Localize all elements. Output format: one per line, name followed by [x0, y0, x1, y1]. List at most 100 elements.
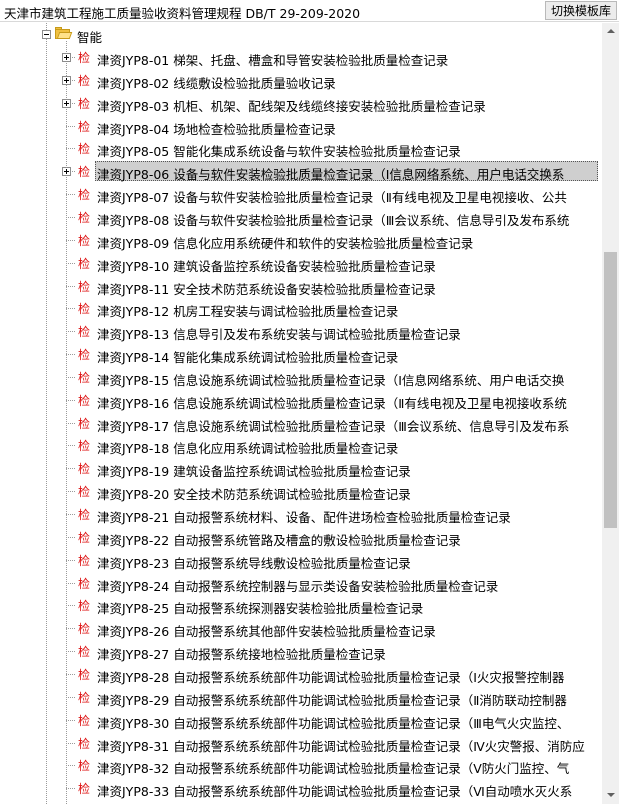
tree-item-label: 津资JYP8-23 自动报警系统导线敷设检验批质量检查记录 — [97, 555, 411, 571]
expand-icon[interactable] — [62, 75, 71, 85]
tree-item-row[interactable]: 检津资JYP8-29 自动报警系统系统部件功能调试检验批质量检查记录（Ⅱ消防联动… — [0, 686, 602, 709]
tree-item-row[interactable]: 检津资JYP8-15 信息设施系统调试检验批质量检查记录（Ⅰ信息网络系统、用户电… — [0, 366, 602, 389]
inspection-mark-icon: 检 — [78, 233, 91, 248]
tree-item-row[interactable]: 检津资JYP8-18 信息化应用系统调试检验批质量检查记录 — [0, 434, 602, 457]
tree-item-label: 津资JYP8-30 自动报警系统系统部件功能调试检验批质量检查记录（Ⅲ电气火灾监… — [97, 715, 570, 731]
tree-item-row[interactable]: 检津资JYP8-16 信息设施系统调试检验批质量检查记录（Ⅱ有线电视及卫星电视接… — [0, 389, 602, 412]
tree-item-row[interactable]: 检津资JYP8-21 自动报警系统材料、设备、配件进场检查检验批质量检查记录 — [0, 503, 602, 526]
tree-category-row[interactable]: 智能 — [0, 23, 602, 46]
tree-item-label: 津资JYP8-29 自动报警系统系统部件功能调试检验批质量检查记录（Ⅱ消防联动控… — [97, 692, 567, 708]
tree-item-label: 津资JYP8-22 自动报警系统管路及槽盒的敷设检验批质量检查记录 — [97, 532, 461, 548]
tree-connector — [66, 605, 75, 607]
tree-connector — [66, 765, 75, 767]
expand-icon[interactable] — [62, 167, 71, 177]
tree-item-row[interactable]: 检津资JYP8-01 梯架、托盘、槽盒和导管安装检验批质量检查记录 — [0, 46, 602, 69]
tree-item-row[interactable]: 检津资JYP8-26 自动报警系统其他部件安装检验批质量检查记录 — [0, 617, 602, 640]
tree-item-row[interactable]: 检津资JYP8-03 机柜、机架、配线架及线缆终接安装检验批质量检查记录 — [0, 92, 602, 115]
template-tree[interactable]: 智能 检津资JYP8-01 梯架、托盘、槽盒和导管安装检验批质量检查记录检津资J… — [0, 23, 602, 804]
tree-item-label: 津资JYP8-08 设备与软件安装检验批质量检查记录（Ⅲ会议系统、信息导引及发布… — [97, 212, 570, 228]
tree-item-label: 津资JYP8-13 信息导引及发布系统安装与调试检验批质量检查记录 — [97, 327, 461, 343]
inspection-mark-icon: 检 — [78, 142, 91, 157]
inspection-mark-icon: 检 — [78, 736, 91, 751]
tree-connector — [66, 628, 75, 630]
tree-item-label: 津资JYP8-05 智能化集成系统设备与软件安装检验批质量检查记录 — [97, 144, 461, 160]
inspection-mark-icon: 检 — [78, 96, 91, 111]
tree-connector — [66, 514, 75, 515]
tree-item-label: 津资JYP8-33 自动报警系统系统部件功能调试检验批质量检查记录（Ⅵ自动喷水灭… — [97, 784, 573, 800]
inspection-mark-icon: 检 — [78, 439, 91, 454]
tree-item-row[interactable]: 检津资JYP8-08 设备与软件安装检验批质量检查记录（Ⅲ会议系统、信息导引及发… — [0, 206, 602, 229]
expand-icon[interactable] — [62, 98, 71, 108]
tree-item-label: 津资JYP8-06 设备与软件安装检验批质量检查记录（Ⅰ信息网络系统、用户电话交… — [97, 167, 565, 183]
inspection-mark-icon: 检 — [78, 645, 91, 660]
tree-connector — [66, 719, 75, 721]
tree-item-row[interactable]: 检津资JYP8-02 线缆敷设检验批质量验收记录 — [0, 69, 602, 92]
scroll-down-icon[interactable] — [602, 787, 619, 804]
tree-connector — [66, 331, 75, 333]
tree-connector — [66, 125, 75, 127]
tree-connector — [66, 216, 75, 218]
inspection-mark-icon: 检 — [78, 393, 91, 408]
tree-item-label: 津资JYP8-20 安全技术防范系统调试检验批质量检查记录 — [97, 487, 411, 503]
tree-item-row[interactable]: 检津资JYP8-10 建筑设备监控系统设备安装检验批质量检查记录 — [0, 252, 602, 275]
tree-connector — [66, 422, 75, 424]
folder-open-icon — [55, 27, 73, 39]
tree-connector — [66, 582, 75, 584]
tree-item-row[interactable]: 检津资JYP8-09 信息化应用系统硬件和软件的安装检验批质量检查记录 — [0, 229, 602, 252]
tree-item-label: 津资JYP8-25 自动报警系统探测器安装检验批质量检查记录 — [97, 601, 424, 617]
tree-item-row[interactable]: 检津资JYP8-06 设备与软件安装检验批质量检查记录（Ⅰ信息网络系统、用户电话… — [0, 160, 602, 183]
inspection-mark-icon: 检 — [78, 73, 91, 88]
inspection-mark-icon: 检 — [78, 119, 91, 134]
tree-item-row[interactable]: 检津资JYP8-33 自动报警系统系统部件功能调试检验批质量检查记录（Ⅵ自动喷水… — [0, 777, 602, 800]
inspection-mark-icon: 检 — [78, 508, 91, 522]
tree-item-row[interactable]: 检津资JYP8-07 设备与软件安装检验批质量检查记录（Ⅱ有线电视及卫星电视接收… — [0, 183, 602, 206]
tree-item-label: 津资JYP8-09 信息化应用系统硬件和软件的安装检验批质量检查记录 — [97, 235, 474, 251]
tree-item-row[interactable]: 检津资JYP8-04 场地检查检验批质量检查记录 — [0, 115, 602, 138]
tree-item-row[interactable]: 检津资JYP8-32 自动报警系统系统部件功能调试检验批质量检查记录（Ⅴ防火门监… — [0, 754, 602, 777]
tree-item-row[interactable]: 检津资JYP8-20 安全技术防范系统调试检验批质量检查记录 — [0, 480, 602, 503]
tree-item-row[interactable]: 检津资JYP8-22 自动报警系统管路及槽盒的敷设检验批质量检查记录 — [0, 526, 602, 549]
tree-item-row[interactable]: 检津资JYP8-05 智能化集成系统设备与软件安装检验批质量检查记录 — [0, 137, 602, 160]
tree-item-row[interactable]: 检津资JYP8-30 自动报警系统系统部件功能调试检验批质量检查记录（Ⅲ电气火灾… — [0, 709, 602, 732]
collapse-icon[interactable] — [42, 30, 51, 39]
scroll-up-icon[interactable] — [602, 23, 619, 40]
tree-item-label: 津资JYP8-02 线缆敷设检验批质量验收记录 — [97, 75, 336, 91]
inspection-mark-icon: 检 — [78, 165, 91, 180]
tree-item-row[interactable]: 检津资JYP8-28 自动报警系统系统部件功能调试检验批质量检查记录（Ⅰ火灾报警… — [0, 663, 602, 686]
inspection-mark-icon: 检 — [78, 416, 91, 431]
tree-connector — [66, 788, 75, 790]
tree-connector — [66, 194, 75, 196]
tree-item-row[interactable]: 检津资JYP8-11 安全技术防范系统设备安装检验批质量检查记录 — [0, 275, 602, 298]
scrollbar-thumb[interactable] — [604, 252, 617, 528]
tree-item-label: 津资JYP8-12 机房工程安装与调试检验批质量检查记录 — [97, 304, 399, 320]
tree-item-row[interactable]: 检津资JYP8-25 自动报警系统探测器安装检验批质量检查记录 — [0, 594, 602, 617]
tree-item-row[interactable]: 检津资JYP8-23 自动报警系统导线敷设检验批质量检查记录 — [0, 549, 602, 572]
tree-item-row[interactable]: 检津资JYP8-19 建筑设备监控系统调试检验批质量检查记录 — [0, 457, 602, 480]
tree-item-row[interactable]: 检津资JYP8-12 机房工程安装与调试检验批质量检查记录 — [0, 297, 602, 320]
tree-item-label: 津资JYP8-19 建筑设备监控系统调试检验批质量检查记录 — [97, 464, 411, 480]
expand-icon[interactable] — [62, 53, 71, 62]
inspection-mark-icon: 检 — [78, 690, 91, 705]
tree-item-row[interactable]: 检津资JYP8-17 信息设施系统调试检验批质量检查记录（Ⅲ会议系统、信息导引及… — [0, 412, 602, 435]
switch-template-library-button[interactable]: 切换模板库 — [544, 1, 617, 20]
tree-item-row[interactable]: 检津资JYP8-31 自动报警系统系统部件功能调试检验批质量检查记录（Ⅳ火灾警报… — [0, 732, 602, 755]
tree-item-label: 津资JYP8-27 自动报警系统接地检验批质量检查记录 — [97, 647, 386, 663]
tree-item-row[interactable]: 检津资JYP8-13 信息导引及发布系统安装与调试检验批质量检查记录 — [0, 320, 602, 343]
inspection-mark-icon: 检 — [78, 530, 91, 545]
tree-connector — [66, 376, 75, 378]
tree-connector — [66, 536, 75, 538]
inspection-mark-icon: 检 — [78, 210, 91, 225]
tree-item-label: 津资JYP8-17 信息设施系统调试检验批质量检查记录（Ⅲ会议系统、信息导引及发… — [97, 418, 570, 434]
inspection-mark-icon: 检 — [78, 370, 91, 385]
tree-connector — [66, 742, 75, 744]
tree-item-row[interactable]: 检津资JYP8-14 智能化集成系统调试检验批质量检查记录 — [0, 343, 602, 366]
inspection-mark-icon: 检 — [78, 462, 91, 477]
tree-item-label: 津资JYP8-15 信息设施系统调试检验批质量检查记录（Ⅰ信息网络系统、用户电话… — [97, 372, 565, 388]
tree-item-row[interactable]: 检津资JYP8-24 自动报警系统控制器与显示类设备安装检验批质量检查记录 — [0, 572, 602, 595]
tree-item-label: 津资JYP8-07 设备与软件安装检验批质量检查记录（Ⅱ有线电视及卫星电视接收、… — [97, 190, 567, 206]
standard-title: 天津市建筑工程施工质量验收资料管理规程 DB/T 29-209-2020 — [4, 6, 361, 21]
tree-item-row[interactable]: 检津资JYP8-27 自动报警系统接地检验批质量检查记录 — [0, 640, 602, 663]
inspection-mark-icon: 检 — [78, 51, 91, 65]
vertical-scrollbar[interactable] — [602, 23, 619, 804]
tree-connector — [66, 262, 75, 264]
